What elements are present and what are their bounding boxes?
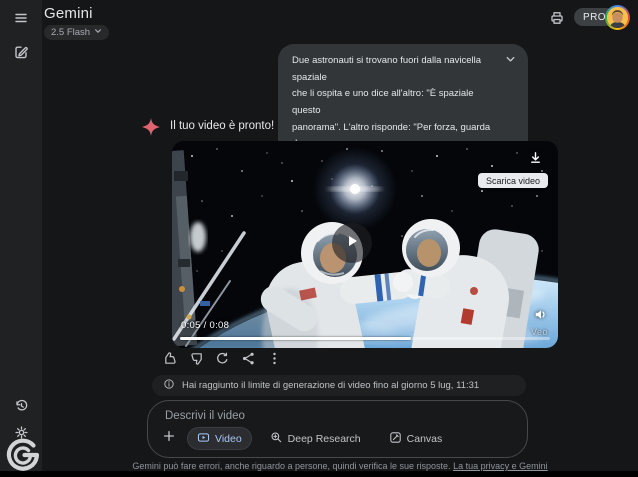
expand-message-button[interactable]	[505, 54, 519, 68]
tool-chip-deep-research[interactable]: Deep Research	[261, 428, 370, 449]
thumbs-up-icon	[163, 351, 178, 371]
regenerate-button[interactable]	[212, 351, 232, 371]
new-chat-button[interactable]	[9, 42, 33, 66]
info-icon	[163, 378, 175, 393]
bottom-letterbox	[0, 471, 638, 477]
page-title: Gemini	[44, 5, 93, 22]
sidebar	[0, 0, 42, 477]
hamburger-icon	[13, 10, 29, 31]
progress-bar[interactable]	[180, 337, 550, 340]
tool-chip-label: Video	[215, 432, 242, 445]
veo-watermark: Veo	[530, 327, 548, 337]
share-icon	[241, 351, 256, 371]
gemini-sparkle-icon	[142, 118, 160, 136]
more-vert-icon	[267, 351, 282, 371]
share-button[interactable]	[238, 351, 258, 371]
compose-icon	[13, 44, 29, 65]
canvas-icon	[389, 431, 402, 447]
avatar[interactable]	[605, 5, 630, 30]
refresh-icon	[215, 351, 230, 371]
progress-fill	[180, 337, 412, 340]
prompt-composer: Video Deep Research Canvas	[147, 400, 528, 458]
chevron-down-icon	[94, 27, 102, 38]
tool-chip-video[interactable]: Video	[188, 428, 251, 449]
chevron-down-icon	[505, 56, 516, 68]
model-selector-label: 2.5 Flash	[51, 27, 91, 38]
history-icon	[14, 398, 29, 418]
add-attachment-button[interactable]	[160, 430, 178, 448]
print-button[interactable]	[546, 9, 568, 31]
response-actions	[160, 351, 284, 371]
limit-notice: Hai raggiunto il limite di generazione d…	[152, 375, 526, 396]
video-tool-icon	[197, 431, 210, 447]
tool-chip-label: Deep Research	[287, 432, 361, 445]
thumbs-up-button[interactable]	[160, 351, 180, 371]
g-spiral-logo	[3, 435, 43, 475]
download-icon	[528, 150, 543, 170]
plus-icon	[162, 429, 176, 448]
user-message-line: Due astronauti si trovano fuori dalla na…	[292, 55, 482, 83]
download-tooltip: Scarica video	[477, 173, 548, 188]
menu-button[interactable]	[9, 8, 33, 32]
play-button[interactable]	[332, 223, 372, 263]
limit-notice-text: Hai raggiunto il limite di generazione d…	[182, 380, 480, 391]
volume-icon	[533, 309, 548, 326]
tool-chip-canvas[interactable]: Canvas	[380, 428, 452, 449]
video-player[interactable]: Scarica video 0:05 / 0:08 Veo	[172, 141, 558, 348]
play-icon	[344, 233, 360, 254]
gemini-app: Gemini 2.5 Flash PRO Due astronauti si t…	[0, 0, 638, 477]
more-options-button[interactable]	[264, 351, 284, 371]
volume-button[interactable]	[533, 307, 549, 323]
download-video-button[interactable]	[525, 150, 545, 170]
response-text: Il tuo video è pronto!	[170, 120, 275, 132]
history-button[interactable]	[9, 396, 33, 420]
prompt-input[interactable]	[165, 410, 495, 422]
printer-icon	[549, 10, 565, 31]
avatar-photo	[607, 7, 628, 28]
thumbs-down-button[interactable]	[186, 351, 206, 371]
model-selector[interactable]: 2.5 Flash	[44, 25, 110, 40]
disclaimer-text: Gemini può fare errori, anche riguardo a…	[132, 461, 451, 471]
thumbs-down-icon	[189, 351, 204, 371]
video-time: 0:05 / 0:08	[181, 320, 230, 331]
deep-research-icon	[270, 431, 283, 447]
user-message-line: che li ospita e uno dice all'altro: "È s…	[292, 88, 474, 116]
tool-chip-label: Canvas	[406, 432, 443, 445]
footer-disclaimer: Gemini può fare errori, anche riguardo a…	[42, 461, 638, 471]
composer-tools: Video Deep Research Canvas	[160, 428, 451, 449]
privacy-link[interactable]: La tua privacy e Gemini	[453, 461, 548, 471]
